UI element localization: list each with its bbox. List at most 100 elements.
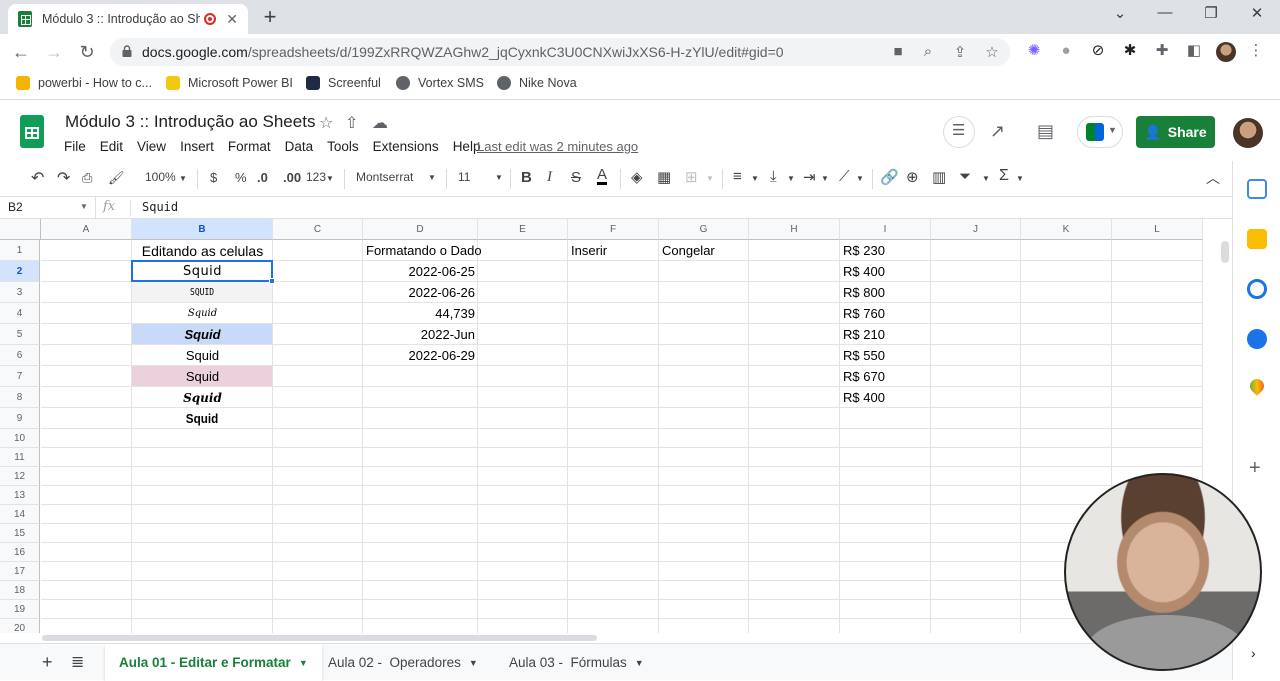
row-header-12[interactable]: 12 xyxy=(0,467,40,486)
more-formats-button[interactable]: 123▼ xyxy=(306,170,334,184)
menu-file[interactable]: File xyxy=(64,139,86,154)
rotation-dropdown-icon[interactable]: ▼ xyxy=(856,174,864,183)
collapse-menus-icon[interactable]: ︿ xyxy=(1206,168,1220,188)
sheet-tab-dropdown-icon[interactable]: ▼ xyxy=(635,658,644,668)
menu-view[interactable]: View xyxy=(137,139,166,154)
calendar-icon[interactable] xyxy=(1247,179,1267,199)
minimize-button[interactable]: — xyxy=(1150,4,1180,21)
cell-i8[interactable]: R$ 400 xyxy=(840,387,931,408)
maps-icon[interactable] xyxy=(1247,376,1267,396)
show-side-panel-icon[interactable]: › xyxy=(1251,645,1256,661)
horizontal-scroll-thumb[interactable] xyxy=(42,635,597,641)
cell-g1[interactable]: Congelar xyxy=(659,240,749,261)
close-window-button[interactable]: ✕ xyxy=(1242,4,1272,22)
row-header-11[interactable]: 11 xyxy=(0,448,40,467)
sheet-tab-aula-01[interactable]: Aula 01 - Editar e Formatar ▼ xyxy=(105,644,322,681)
row-header-10[interactable]: 10 xyxy=(0,429,40,448)
menu-format[interactable]: Format xyxy=(228,139,271,154)
paint-format-icon[interactable]: 🖌 xyxy=(108,170,125,186)
column-header-i[interactable]: I xyxy=(840,219,931,240)
column-header-e[interactable]: E xyxy=(478,219,568,240)
close-tab-icon[interactable]: ✕ xyxy=(226,11,238,28)
get-addons-icon[interactable]: + xyxy=(1249,457,1261,480)
cell-b5[interactable]: Squid xyxy=(132,324,273,345)
document-title[interactable]: Módulo 3 :: Introdução ao Sheets xyxy=(65,112,315,132)
merge-cells-icon[interactable]: ⊞ xyxy=(685,168,698,186)
cell-b1[interactable]: Editando as celulas xyxy=(132,240,273,261)
extensions-puzzle-icon[interactable]: ✚ xyxy=(1152,41,1172,61)
share-page-icon[interactable]: ⇪ xyxy=(950,43,970,61)
cell-i6[interactable]: R$ 550 xyxy=(840,345,931,366)
menu-tools[interactable]: Tools xyxy=(327,139,359,154)
all-sheets-icon[interactable]: ≣ xyxy=(71,652,84,672)
cell-b3[interactable]: SQUID xyxy=(132,282,273,303)
row-header-17[interactable]: 17 xyxy=(0,562,40,581)
tab-search-chevron-icon[interactable]: ⌄ xyxy=(1105,4,1135,22)
tasks-icon[interactable] xyxy=(1247,279,1267,299)
italic-button[interactable]: I xyxy=(547,169,552,186)
spreadsheet-grid[interactable]: A B C D E F G H I J K L 1 2 3 4 5 6 7 8 9 10 11 12 13 14 15 16 17 18 1… xyxy=(0,219,1218,633)
h-align-dropdown-icon[interactable]: ▼ xyxy=(751,174,759,183)
borders-icon[interactable]: ▦ xyxy=(657,168,671,186)
strikethrough-button[interactable]: S xyxy=(571,169,581,186)
extension-3-icon[interactable]: ⊘ xyxy=(1088,41,1108,61)
cell-b8[interactable]: Squid xyxy=(132,387,273,408)
font-select[interactable]: Montserrat ▼ xyxy=(356,170,436,184)
vertical-align-icon[interactable]: ⤓ xyxy=(770,168,777,185)
star-icon[interactable]: ☆ xyxy=(319,113,333,133)
name-box[interactable]: B2 ▼ xyxy=(0,197,96,219)
menu-insert[interactable]: Insert xyxy=(180,139,214,154)
bookmark-item[interactable]: powerbi - How to c... xyxy=(16,76,152,90)
percent-format-button[interactable]: % xyxy=(235,170,247,185)
row-header-20[interactable]: 20 xyxy=(0,619,40,633)
row-header-18[interactable]: 18 xyxy=(0,581,40,600)
row-header-5[interactable]: 5 xyxy=(0,324,40,345)
print-icon[interactable]: ⎙ xyxy=(82,170,92,186)
merge-dropdown-icon[interactable]: ▼ xyxy=(706,174,714,183)
column-header-f[interactable]: F xyxy=(568,219,659,240)
formula-input[interactable]: Squid xyxy=(142,200,178,214)
column-header-a[interactable]: A xyxy=(41,219,132,240)
column-header-g[interactable]: G xyxy=(659,219,749,240)
wrap-dropdown-icon[interactable]: ▼ xyxy=(821,174,829,183)
bookmark-item[interactable]: Microsoft Power BI xyxy=(166,76,293,90)
cell-d5[interactable]: 2022-Jun xyxy=(363,324,478,345)
functions-dropdown-icon[interactable]: ▼ xyxy=(1016,174,1024,183)
cell-d2[interactable]: 2022-06-25 xyxy=(363,261,478,282)
cell-b7[interactable]: Squid xyxy=(132,366,273,387)
cell-i7[interactable]: R$ 670 xyxy=(840,366,931,387)
reload-button[interactable]: ↻ xyxy=(74,40,100,66)
column-header-h[interactable]: H xyxy=(749,219,840,240)
restore-button[interactable]: ❐ xyxy=(1196,4,1226,22)
column-header-d[interactable]: D xyxy=(363,219,478,240)
column-header-k[interactable]: K xyxy=(1021,219,1112,240)
add-sheet-icon[interactable]: + xyxy=(42,652,53,673)
v-align-dropdown-icon[interactable]: ▼ xyxy=(787,174,795,183)
side-panel-icon[interactable]: ◧ xyxy=(1184,41,1204,61)
bookmark-item[interactable]: Screenful xyxy=(306,76,381,90)
bold-button[interactable]: B xyxy=(521,169,532,186)
cell-d1[interactable]: Formatando o Dado xyxy=(363,240,482,261)
new-tab-button[interactable]: + xyxy=(258,4,282,30)
row-header-7[interactable]: 7 xyxy=(0,366,40,387)
sheet-tab-aula-03[interactable]: Aula 03 - Fórmulas ▼ xyxy=(495,644,658,681)
cell-b9[interactable]: Squid xyxy=(132,408,273,429)
cell-b4[interactable]: Squid xyxy=(132,303,273,324)
menu-edit[interactable]: Edit xyxy=(100,139,123,154)
row-header-8[interactable]: 8 xyxy=(0,387,40,408)
name-box-dropdown-icon[interactable]: ▼ xyxy=(80,202,88,211)
row-header-13[interactable]: 13 xyxy=(0,486,40,505)
comments-icon[interactable]: ▤ xyxy=(1037,121,1054,142)
insert-link-icon[interactable]: 🔗 xyxy=(880,168,899,186)
cell-d6[interactable]: 2022-06-29 xyxy=(363,345,478,366)
row-header-19[interactable]: 19 xyxy=(0,600,40,619)
undo-icon[interactable]: ↶ xyxy=(31,168,44,188)
text-wrapping-icon[interactable]: ⇥ xyxy=(803,168,816,186)
meet-button[interactable]: ▼ xyxy=(1077,116,1123,148)
row-header-16[interactable]: 16 xyxy=(0,543,40,562)
account-avatar[interactable] xyxy=(1233,118,1263,148)
fill-color-icon[interactable]: ◈ xyxy=(631,168,643,186)
menu-extensions[interactable]: Extensions xyxy=(373,139,439,154)
sheet-tab-dropdown-icon[interactable]: ▼ xyxy=(299,658,308,668)
column-header-c[interactable]: C xyxy=(273,219,363,240)
